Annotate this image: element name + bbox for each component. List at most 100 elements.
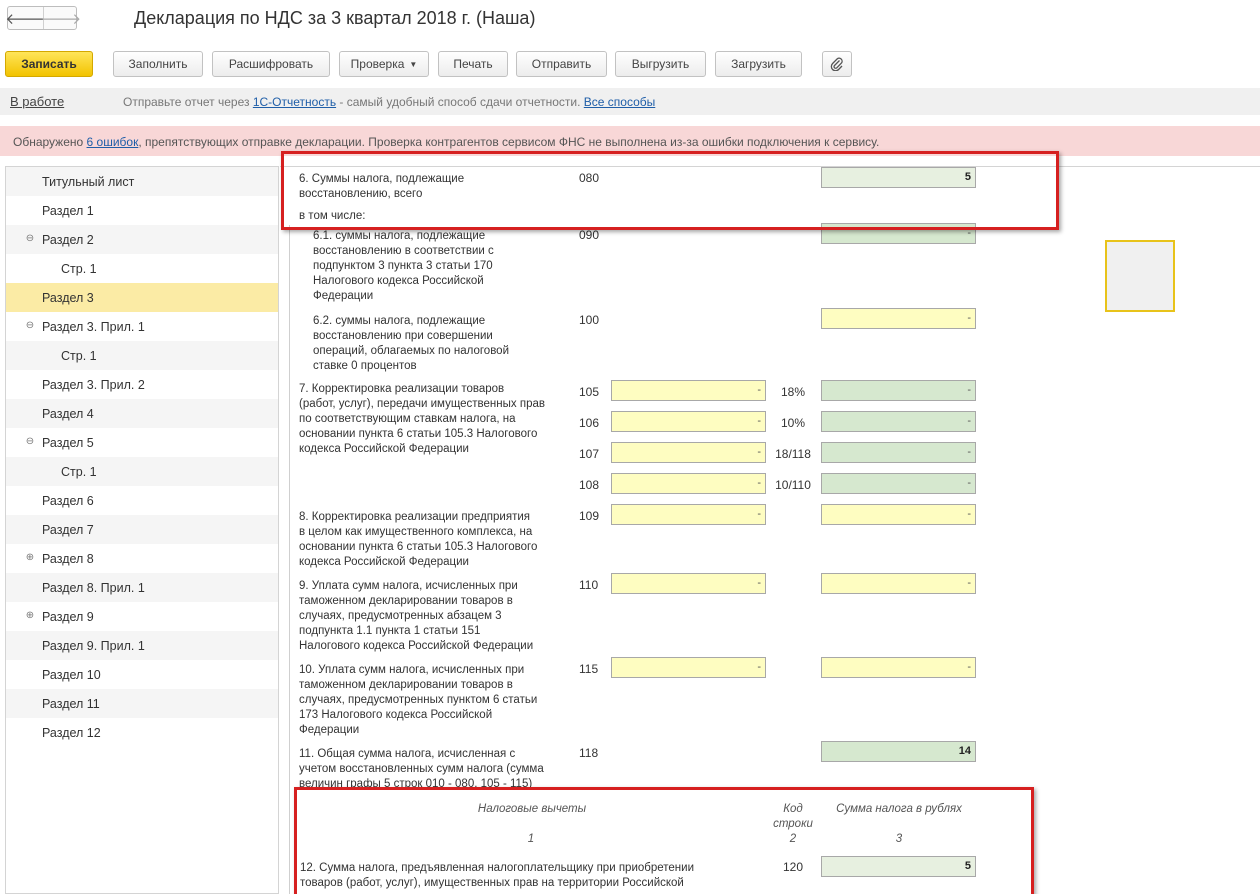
arrow-left-icon: 🡐 <box>5 10 46 28</box>
save-button[interactable]: Записать <box>5 51 93 77</box>
collapse-icon[interactable]: ⊖ <box>24 233 36 244</box>
row-7-108-base[interactable]: - <box>611 473 766 494</box>
status-label[interactable]: В работе <box>10 94 64 109</box>
highlight-box-row-6 <box>281 151 1059 230</box>
decode-button[interactable]: Расшифровать <box>212 51 330 77</box>
sidebar-item-section-7[interactable]: Раздел 7 <box>6 515 278 544</box>
expand-icon[interactable]: ⊕ <box>24 552 36 563</box>
sidebar-item-label: Раздел 7 <box>42 522 94 537</box>
import-button[interactable]: Загрузить <box>715 51 802 77</box>
sidebar-item-label: Раздел 2 <box>42 232 94 247</box>
sidebar-item-label: Стр. 1 <box>61 261 97 276</box>
sidebar-item-section-2[interactable]: ⊖ Раздел 2 <box>6 225 278 254</box>
sidebar-item-section-8-app-1[interactable]: Раздел 8. Прил. 1 <box>6 573 278 602</box>
forward-button[interactable]: 🡒 <box>40 7 82 29</box>
sidebar-item-label: Раздел 6 <box>42 493 94 508</box>
sidebar-item-label: Титульный лист <box>42 174 135 189</box>
collapse-icon[interactable]: ⊖ <box>24 320 36 331</box>
sidebar-item-label: Раздел 4 <box>42 406 94 421</box>
sidebar-item-section-10[interactable]: Раздел 10 <box>6 660 278 689</box>
sidebar-item-title-page[interactable]: Титульный лист <box>6 167 278 196</box>
row-7-108-tax[interactable]: - <box>821 473 976 494</box>
row-9-label: 9. Уплата сумм налога, исчисленных при т… <box>299 580 534 652</box>
1c-reporting-link[interactable]: 1С-Отчетность <box>253 95 336 109</box>
row-7-code-108: 108 <box>579 478 600 492</box>
row-9-base[interactable]: - <box>611 573 766 594</box>
sidebar-item-section-3[interactable]: Раздел 3 <box>6 283 278 312</box>
print-button[interactable]: Печать <box>438 51 508 77</box>
sidebar-item-label: Раздел 8. Прил. 1 <box>42 580 145 595</box>
row-7-code-105: 105 <box>579 385 600 399</box>
sidebar-item-section-4[interactable]: Раздел 4 <box>6 399 278 428</box>
row-8-label: 8. Корректировка реализации предприятия … <box>299 511 538 568</box>
status-text-middle: - самый удобный способ сдачи отчетности. <box>336 95 584 109</box>
row-7-code-107: 107 <box>579 447 600 461</box>
row-6-1-label: 6.1. суммы налога, подлежащие восстановл… <box>313 230 494 302</box>
row-6-1-code: 090 <box>579 228 600 242</box>
sidebar-item-section-3-app-2[interactable]: Раздел 3. Прил. 2 <box>6 370 278 399</box>
page-title: Декларация по НДС за 3 квартал 2018 г. (… <box>134 8 536 28</box>
row-7-106-rate: 10% <box>780 416 806 430</box>
status-text-before: Отправьте отчет через <box>123 95 253 109</box>
sidebar-item-section-9[interactable]: ⊕ Раздел 9 <box>6 602 278 631</box>
row-6-2-code: 100 <box>579 313 600 327</box>
sidebar-item-section-9-app-1[interactable]: Раздел 9. Прил. 1 <box>6 631 278 660</box>
errors-link[interactable]: 6 ошибок <box>87 135 139 149</box>
all-methods-link[interactable]: Все способы <box>584 95 656 109</box>
collapse-icon[interactable]: ⊖ <box>24 436 36 447</box>
sidebar-item-label: Раздел 8 <box>42 551 94 566</box>
sidebar-item-section-3-app-1[interactable]: ⊖ Раздел 3. Прил. 1 <box>6 312 278 341</box>
sidebar-item-section-1[interactable]: Раздел 1 <box>6 196 278 225</box>
check-button-label: Проверка <box>350 57 405 71</box>
sidebar-item-section-11[interactable]: Раздел 11 <box>6 689 278 718</box>
row-10-base[interactable]: - <box>611 657 766 678</box>
row-9-tax[interactable]: - <box>821 573 976 594</box>
row-7-106-tax[interactable]: - <box>821 411 976 432</box>
toolbar: Записать Заполнить Расшифровать Проверка… <box>0 51 1260 77</box>
attach-button[interactable] <box>822 51 852 77</box>
back-button[interactable]: 🡐 <box>5 7 46 29</box>
sidebar-item-section-6[interactable]: Раздел 6 <box>6 486 278 515</box>
send-button[interactable]: Отправить <box>516 51 607 77</box>
row-8-code: 109 <box>579 509 600 523</box>
row-7-105-tax[interactable]: - <box>821 380 976 401</box>
export-button[interactable]: Выгрузить <box>615 51 706 77</box>
sections-sidebar: Титульный лист Раздел 1 ⊖ Раздел 2 Стр. 1… <box>5 166 279 894</box>
row-7-107-rate: 18/118 <box>775 447 811 461</box>
sidebar-item-section-8[interactable]: ⊕ Раздел 8 <box>6 544 278 573</box>
row-7-label: 7. Корректировка реализации товаров (раб… <box>299 383 545 455</box>
row-7-106-base[interactable]: - <box>611 411 766 432</box>
row-7-107-tax[interactable]: - <box>821 442 976 463</box>
arrow-right-icon: 🡒 <box>40 10 82 28</box>
history-navigation: 🡐 🡒 <box>5 6 82 30</box>
sidebar-item-label: Раздел 1 <box>42 203 94 218</box>
sidebar-item-label: Стр. 1 <box>61 348 97 363</box>
row-10-tax[interactable]: - <box>821 657 976 678</box>
sidebar-item-section-12[interactable]: Раздел 12 <box>6 718 278 747</box>
row-8-base[interactable]: - <box>611 504 766 525</box>
highlight-box-deductions <box>294 787 1034 894</box>
sidebar-item-section-3-app-1-page-1[interactable]: Стр. 1 <box>6 341 278 370</box>
paperclip-icon <box>830 57 843 71</box>
expand-icon[interactable]: ⊕ <box>24 610 36 621</box>
row-11-label: 11. Общая сумма налога, исчисленная с уч… <box>299 748 544 790</box>
error-message: Обнаружено 6 ошибок, препятствующих отпр… <box>13 135 879 149</box>
row-11-code: 118 <box>579 746 599 760</box>
sidebar-item-label: Раздел 10 <box>42 667 101 682</box>
row-8-tax[interactable]: - <box>821 504 976 525</box>
row-7-107-base[interactable]: - <box>611 442 766 463</box>
row-11-value[interactable]: 14 <box>821 741 976 762</box>
sidebar-item-label: Раздел 3 <box>42 290 94 305</box>
chevron-down-icon: ▼ <box>409 59 418 69</box>
sidebar-item-label: Стр. 1 <box>61 464 97 479</box>
row-9-code: 110 <box>579 578 599 592</box>
row-6-2-value[interactable]: - <box>821 308 976 329</box>
sidebar-item-section-5-page-1[interactable]: Стр. 1 <box>6 457 278 486</box>
row-6-2-label: 6.2. суммы налога, подлежащие восстановл… <box>313 315 509 372</box>
row-7-105-base[interactable]: - <box>611 380 766 401</box>
placeholder-square <box>1105 240 1175 312</box>
sidebar-item-section-5[interactable]: ⊖ Раздел 5 <box>6 428 278 457</box>
sidebar-item-section-2-page-1[interactable]: Стр. 1 <box>6 254 278 283</box>
check-dropdown-button[interactable]: Проверка ▼ <box>339 51 429 77</box>
fill-button[interactable]: Заполнить <box>113 51 203 77</box>
